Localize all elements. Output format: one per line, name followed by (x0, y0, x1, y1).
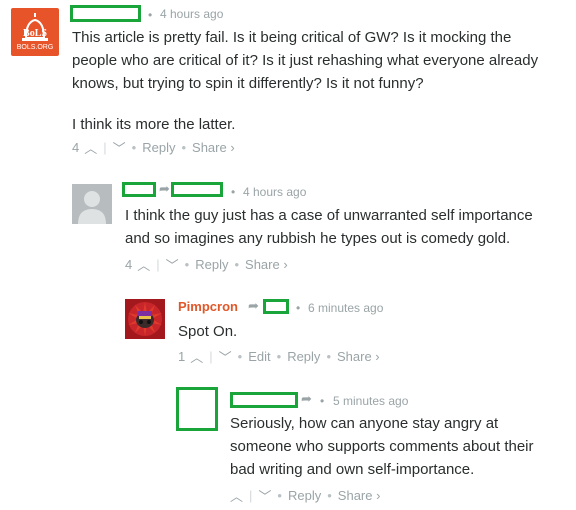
reply-button[interactable]: Reply (287, 349, 320, 364)
redacted-parent-username[interactable] (171, 182, 223, 197)
chevron-up-icon[interactable]: ︿ (84, 138, 97, 157)
default-avatar[interactable] (72, 184, 112, 224)
pimpcron-avatar[interactable] (125, 299, 165, 339)
share-button[interactable]: Share › (338, 488, 381, 503)
comment-time[interactable]: 6 minutes ago (308, 301, 383, 315)
comment-body: This article is pretty fail. Is it being… (72, 26, 538, 95)
vote-count: 4 (72, 140, 80, 155)
redacted-avatar[interactable] (176, 387, 218, 431)
meta-dot: • (296, 301, 301, 315)
comment-time[interactable]: 4 hours ago (243, 185, 306, 199)
action-dot: • (277, 488, 282, 503)
chevron-down-icon[interactable]: ﹀ (219, 347, 232, 366)
chevron-down-icon[interactable]: ﹀ (166, 255, 179, 274)
share-button[interactable]: Share › (337, 349, 380, 364)
vote-divider: | (103, 140, 107, 155)
chevron-up-icon[interactable]: ︿ (230, 486, 243, 505)
comment-actions: 1 ︿ | ﹀ • Edit • Reply • Share › (178, 347, 380, 366)
action-dot: • (327, 488, 332, 503)
comment-line: Seriously, how can anyone stay angry at (230, 415, 499, 432)
vote-divider: | (249, 488, 253, 503)
comment-line: This article is pretty fail. Is it being… (72, 29, 512, 46)
reply-button[interactable]: Reply (142, 140, 175, 155)
redacted-username[interactable] (122, 182, 156, 197)
comment-line: someone who supports comments about thei… (230, 438, 534, 455)
share-button[interactable]: Share › (192, 140, 235, 155)
reply-arrow-icon: ➦ (301, 391, 312, 406)
action-dot: • (276, 349, 282, 364)
comment-body: I think the guy just has a case of unwar… (125, 204, 533, 250)
redacted-username[interactable] (70, 5, 141, 22)
bols-avatar[interactable]: BoLS BOLS.ORG (11, 8, 59, 56)
redacted-username[interactable] (230, 392, 298, 408)
comment-line: Spot On. (178, 323, 238, 340)
meta-dot: • (148, 8, 153, 22)
comment-body: Seriously, how can anyone stay angry at … (230, 412, 534, 481)
vote-count: 1 (178, 349, 186, 364)
vote-count: 4 (125, 257, 133, 272)
reply-button[interactable]: Reply (195, 257, 228, 272)
action-dot: • (237, 349, 243, 364)
reply-arrow-icon: ➦ (248, 298, 259, 313)
edit-button[interactable]: Edit (248, 349, 270, 364)
comment-actions: 4 ︿ | ﹀ • Reply • Share › (125, 255, 288, 274)
comment-line: people who are critical of it? Is it jus… (72, 52, 539, 69)
action-dot: • (131, 140, 137, 155)
comment-line: bad writing and own self-importance. (230, 461, 475, 478)
skull-avatar-icon (128, 302, 162, 336)
action-dot: • (326, 349, 331, 364)
meta-dot: • (320, 394, 325, 408)
chevron-up-icon[interactable]: ︿ (137, 255, 150, 274)
comment-time[interactable]: 4 hours ago (160, 7, 223, 21)
action-dot: • (181, 140, 187, 155)
comment-line: I think its more the latter. (72, 116, 236, 133)
action-dot: • (184, 257, 190, 272)
vote-divider: | (209, 349, 213, 364)
share-button[interactable]: Share › (245, 257, 288, 272)
chevron-up-icon[interactable]: ︿ (190, 347, 203, 366)
action-dot: • (234, 257, 240, 272)
comment-line: I think the guy just has a case of unwar… (125, 207, 533, 224)
author-name[interactable]: Pimpcron (178, 299, 238, 314)
bols-avatar-text: BoLS (23, 28, 47, 39)
user-silhouette-icon (78, 191, 106, 224)
chevron-down-icon[interactable]: ﹀ (113, 138, 126, 157)
comment-line: and so imagines any rubbish he types out… (125, 230, 511, 247)
redacted-parent-username[interactable] (263, 299, 289, 314)
meta-dot: • (231, 185, 236, 199)
comment-time[interactable]: 5 minutes ago (333, 394, 408, 408)
comment-actions: ︿ | ﹀ • Reply • Share › (230, 486, 380, 505)
comment-line: knows, but trying to spin it differently… (72, 75, 424, 92)
reply-button[interactable]: Reply (288, 488, 321, 503)
reply-arrow-icon: ➦ (159, 181, 170, 196)
vote-divider: | (156, 257, 160, 272)
chevron-down-icon[interactable]: ﹀ (258, 486, 271, 505)
bols-avatar-subtext: BOLS.ORG (16, 44, 54, 51)
comment-actions: 4 ︿ | ﹀ • Reply • Share › (72, 138, 235, 157)
